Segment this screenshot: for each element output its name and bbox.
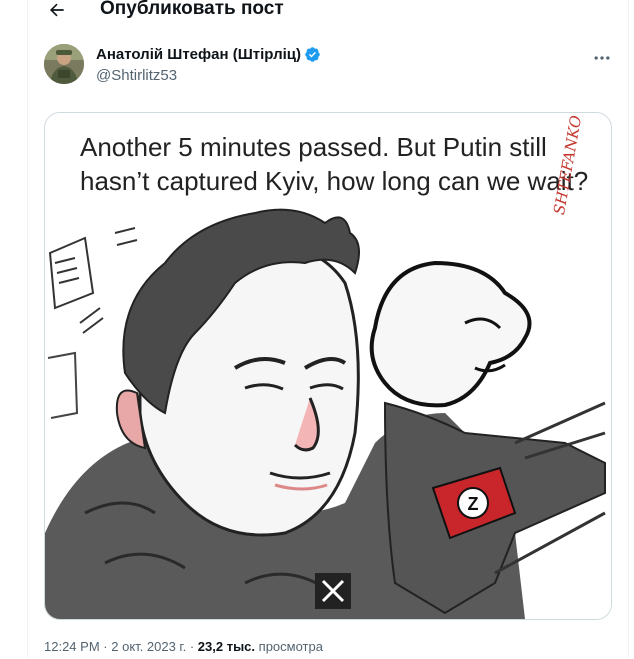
avatar-image: [44, 44, 84, 84]
post-meta: 12:24 PM · 2 окт. 2023 г. · 23,2 тыс. пр…: [44, 639, 323, 654]
post-time[interactable]: 12:24 PM: [44, 639, 100, 654]
author-display-name[interactable]: Анатолій Штефан (Штірліц): [96, 46, 301, 63]
meta-separator-2: ·: [189, 639, 195, 654]
avatar[interactable]: [44, 44, 84, 84]
cartoon-caption: Another 5 minutes passed. But Putin stil…: [80, 132, 589, 196]
author-name-row: Анатолій Штефан (Штірліц): [96, 46, 321, 63]
author-handle[interactable]: @Shtirlitz53: [96, 67, 177, 84]
post-author: Анатолій Штефан (Штірліц) @Shtirlitz53: [44, 44, 614, 88]
meta-separator: ·: [103, 639, 108, 654]
post-date[interactable]: 2 окт. 2023 г.: [111, 639, 186, 654]
page-title: Опубликовать пост: [100, 0, 284, 19]
page-header: Опубликовать пост: [28, 0, 628, 22]
back-button[interactable]: [44, 0, 70, 22]
verified-badge-icon: [305, 47, 320, 62]
arrow-left-icon: [49, 3, 64, 17]
views-count: 23,2 тыс.: [197, 639, 256, 654]
timeline-border-left: [27, 0, 28, 659]
more-options-button[interactable]: [590, 48, 614, 68]
timeline-border-right: [628, 0, 629, 659]
more-horizontal-icon: [594, 56, 610, 60]
armband-letter: Z: [468, 494, 479, 514]
post-media[interactable]: Z Another 5 minutes passed. But Putin st…: [44, 112, 612, 620]
views-label: просмотра: [258, 639, 323, 654]
